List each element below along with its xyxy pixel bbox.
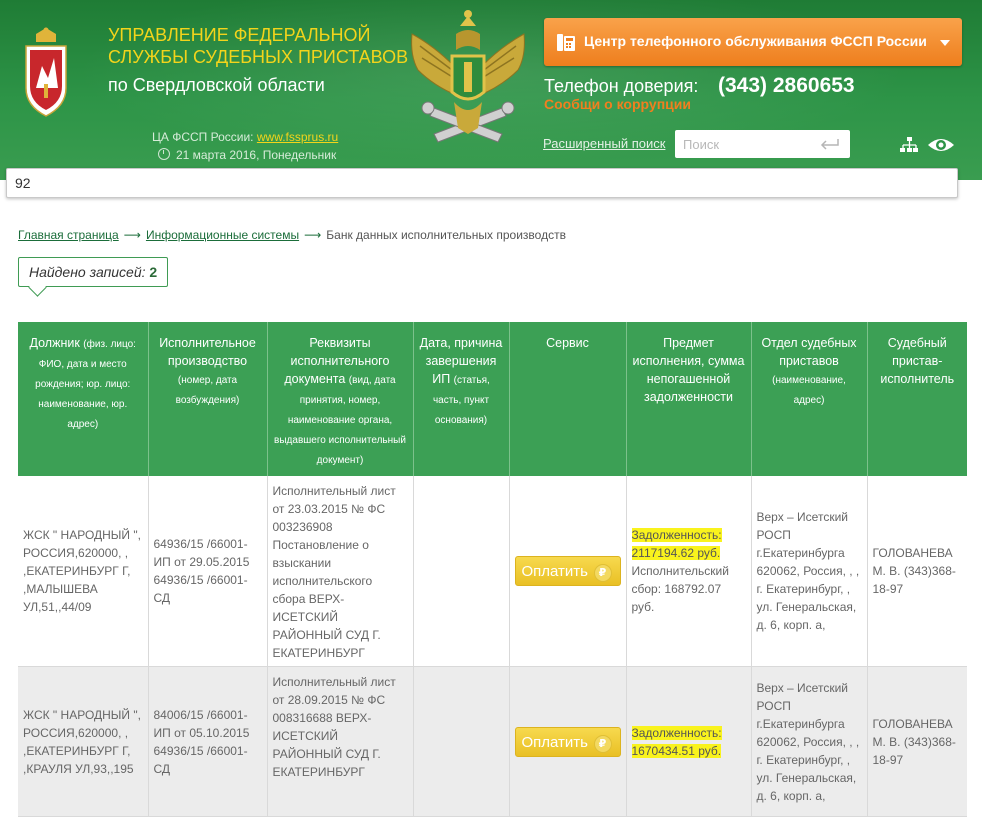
address-field-value: 92	[15, 175, 31, 191]
coat-of-arms-icon	[25, 27, 67, 117]
trust-phone-label: Телефон доверия:	[544, 76, 699, 96]
call-center-label: Центр телефонного обслуживания ФССП Росс…	[584, 33, 927, 49]
cell-proceeding: 64936/15 /66001-ИП от 29.05.2015 64936/1…	[148, 476, 268, 667]
col-debtor: Должник (физ. лицо: ФИО, дата и место ро…	[18, 322, 149, 476]
address-field[interactable]: 92	[6, 168, 958, 198]
cell-debtor: ЖСК " НАРОДНЫЙ ", РОССИЯ,620000, , ,ЕКАТ…	[18, 476, 149, 667]
cell-document: Исполнительный лист от 28.09.2015 № ФС 0…	[267, 666, 414, 817]
breadcrumb-systems[interactable]: Информационные системы	[146, 228, 299, 242]
breadcrumb-home[interactable]: Главная страница	[18, 228, 119, 242]
enter-icon[interactable]	[820, 138, 840, 150]
current-date: 21 марта 2016, Понедельник	[176, 148, 337, 162]
report-corruption-link[interactable]: Сообщи о коррупции	[544, 96, 691, 112]
search-input[interactable]	[675, 130, 831, 158]
org-region: по Свердловской области	[108, 75, 325, 95]
trust-phone-number: (343) 2860653	[718, 74, 855, 97]
col-subject: Предмет исполнения, сумма непогашенной з…	[626, 322, 752, 476]
table-header-row: Должник (физ. лицо: ФИО, дата и место ро…	[18, 322, 967, 476]
ca-line: ЦА ФССП России: www.fssprus.ru	[152, 130, 338, 144]
cell-debtor: ЖСК " НАРОДНЫЙ ", РОССИЯ,620000, , ,ЕКАТ…	[18, 666, 149, 817]
col-completion: Дата, причина завершения ИП (статья, час…	[413, 322, 510, 476]
cell-department: Верх – Исетский РОСП г.Екатеринбурга 620…	[751, 476, 868, 667]
table-row: ЖСК " НАРОДНЫЙ ", РОССИЯ,620000, , ,ЕКАТ…	[18, 476, 967, 667]
pay-button-label: Оплатить	[521, 733, 589, 751]
cell-subject: Задолженность: 1670434.51 руб.	[626, 666, 752, 817]
cell-document: Исполнительный лист от 23.03.2015 № ФС 0…	[267, 476, 414, 667]
search-box	[675, 130, 850, 158]
org-title-line2: СЛУЖБЫ СУДЕБНЫХ ПРИСТАВОВ	[108, 47, 409, 67]
call-center-button[interactable]: Центр телефонного обслуживания ФССП Росс…	[544, 18, 962, 66]
cell-bailiff: ГОЛОВАНЕВА М. В. (343)368-18-97	[867, 476, 967, 667]
debt-amount: Задолженность: 2117194.62 руб.	[631, 528, 722, 560]
breadcrumb-arrow: ⟶	[304, 228, 322, 242]
org-title-line1: УПРАВЛЕНИЕ ФЕДЕРАЛЬНОЙ	[108, 25, 371, 45]
phone-icon	[557, 34, 575, 51]
date-line: 21 марта 2016, Понедельник	[158, 148, 336, 162]
records-found-badge: Найдено записей: 2	[18, 257, 169, 287]
breadcrumb: Главная страница ⟶ Информационные системы ⟶…	[18, 228, 566, 242]
pay-button[interactable]: Оплатить ₽	[514, 726, 621, 757]
ca-label: ЦА ФССП России:	[152, 130, 254, 144]
records-found-count: 2	[149, 264, 158, 280]
clock-icon	[158, 148, 170, 160]
col-department: Отдел судебных приставов (наименование, а…	[751, 322, 868, 476]
cell-completion	[413, 476, 510, 667]
eye-icon[interactable]	[927, 137, 955, 153]
advanced-search-link[interactable]: Расширенный поиск	[543, 136, 665, 151]
col-service: Сервис	[509, 322, 627, 476]
cell-department: Верх – Исетский РОСП г.Екатеринбурга 620…	[751, 666, 868, 817]
breadcrumb-arrow: ⟶	[123, 228, 141, 242]
sitemap-icon[interactable]	[900, 137, 918, 153]
chevron-down-icon	[940, 40, 950, 46]
fssp-emblem-icon	[411, 10, 525, 143]
ruble-icon: ₽	[593, 564, 612, 582]
cell-proceeding: 84006/15 /66001-ИП от 05.10.2015 64936/1…	[148, 666, 268, 817]
pay-button-label: Оплатить	[521, 563, 589, 580]
col-bailiff: Судебный пристав-исполнитель	[867, 322, 967, 476]
pay-button[interactable]: Оплатить ₽	[514, 556, 621, 586]
org-title: УПРАВЛЕНИЕ ФЕДЕРАЛЬНОЙ СЛУЖБЫ СУДЕБНЫХ П…	[108, 24, 408, 68]
cell-subject: Задолженность: 2117194.62 руб. Исполните…	[626, 476, 752, 667]
debt-amount: Задолженность: 1670434.51 руб.	[631, 725, 722, 758]
site-header: УПРАВЛЕНИЕ ФЕДЕРАЛЬНОЙ СЛУЖБЫ СУДЕБНЫХ П…	[0, 0, 982, 180]
cell-completion	[413, 666, 510, 817]
results-table: Должник (физ. лицо: ФИО, дата и место ро…	[18, 322, 967, 817]
ruble-icon: ₽	[593, 734, 612, 753]
cell-bailiff: ГОЛОВАНЕВА М. В. (343)368-18-97	[867, 666, 967, 817]
breadcrumb-current: Банк данных исполнительных производств	[326, 228, 566, 242]
cell-service: Оплатить ₽	[509, 666, 627, 817]
fssprus-link[interactable]: www.fssprus.ru	[257, 130, 338, 144]
fee-amount: Исполнительский сбор: 168792.07 руб.	[631, 564, 729, 614]
cell-service: Оплатить ₽	[509, 476, 627, 667]
col-proceeding: Исполнительное производство (номер, дата …	[148, 322, 268, 476]
col-document: Реквизиты исполнительного документа (вид…	[267, 322, 414, 476]
table-row: ЖСК " НАРОДНЫЙ ", РОССИЯ,620000, , ,ЕКАТ…	[18, 666, 967, 817]
records-found-label: Найдено записей:	[29, 264, 146, 280]
